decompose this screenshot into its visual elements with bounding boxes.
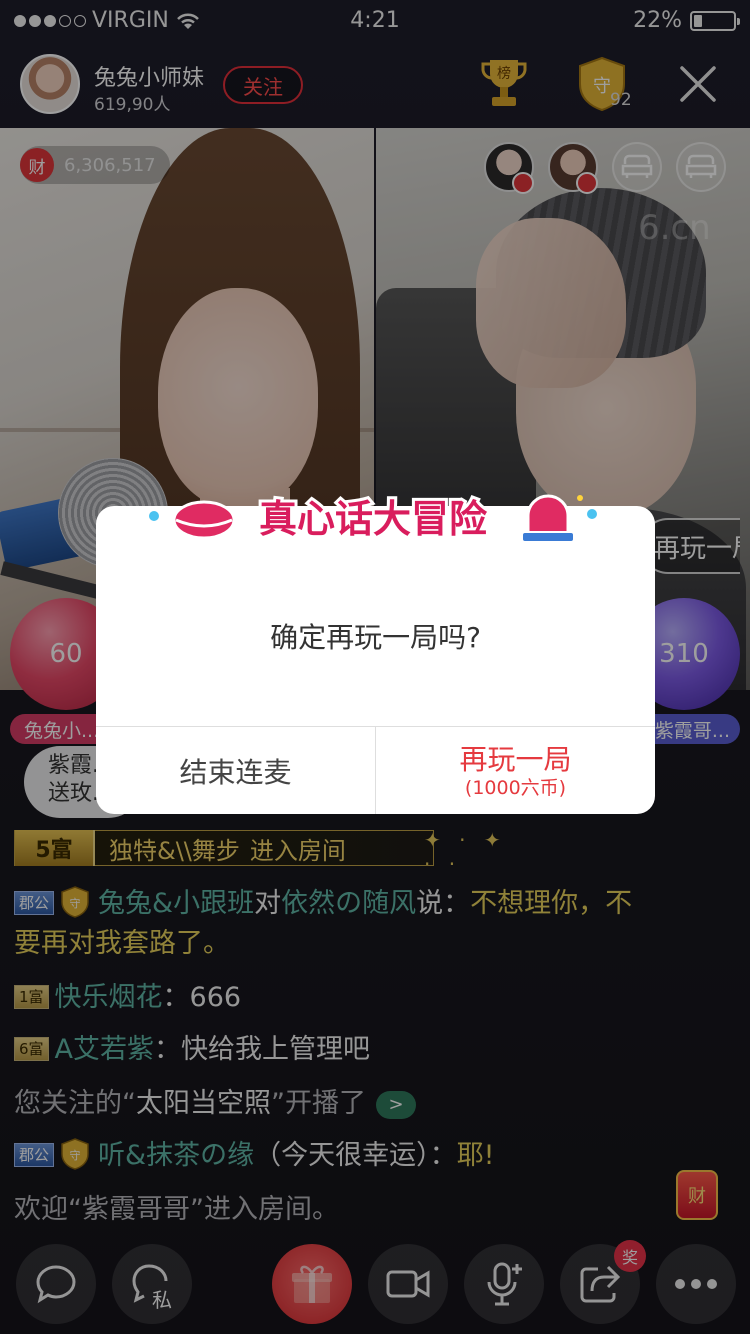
lips-icon	[172, 500, 236, 540]
play-again-button[interactable]: 再玩一局 (1000六币)	[376, 727, 655, 814]
game-title-banner: 真心话大冒险	[149, 494, 597, 544]
dialog-message: 确定再玩一局吗?	[270, 621, 481, 654]
play-again-label: 再玩一局	[459, 742, 572, 776]
play-again-cost: (1000六币)	[464, 776, 567, 799]
end-link-button[interactable]: 结束连麦	[96, 727, 375, 814]
live-room-screen: VIRGIN 4:21 22% 兔兔小师妹 619,90人 关注 榜 守 92 …	[0, 0, 750, 1334]
siren-icon	[521, 494, 575, 543]
dialog-title: 真心话大冒险	[259, 497, 488, 541]
